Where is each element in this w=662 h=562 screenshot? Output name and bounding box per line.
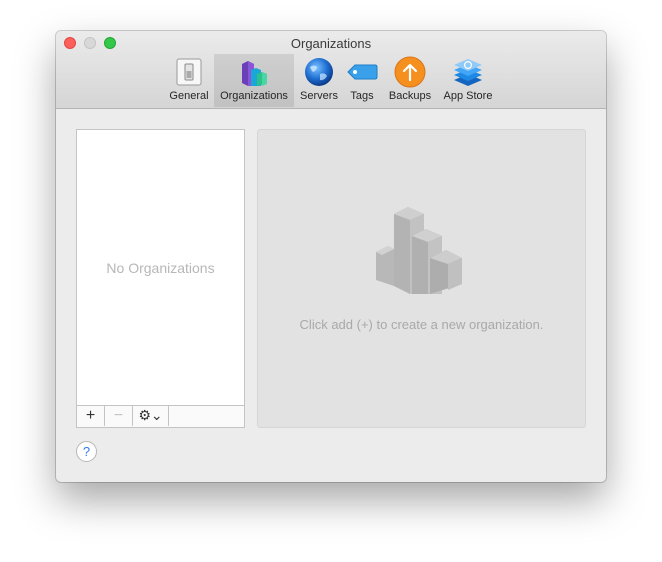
tab-general-label: General [169, 90, 209, 102]
switch-icon [176, 58, 202, 86]
tab-app-store[interactable]: App Store [440, 54, 496, 107]
preferences-window: Organizations General Organizations Serv… [56, 31, 606, 482]
tag-icon [347, 64, 378, 80]
tab-organizations[interactable]: Organizations [214, 54, 294, 107]
organization-placeholder-icon [376, 207, 462, 294]
app-store-stack-icon [454, 59, 482, 86]
gear-icon: ⚙⌄ [138, 407, 163, 423]
add-organization-button[interactable]: + [77, 406, 105, 426]
tab-backups[interactable]: Backups [382, 54, 438, 107]
create-organization-hint: Click add (+) to create a new organizati… [299, 317, 544, 332]
organizations-list[interactable]: No Organizations + − ⚙⌄ [76, 129, 245, 428]
tab-backups-label: Backups [388, 90, 432, 102]
tab-servers[interactable]: Servers [296, 54, 342, 107]
gear-menu-button[interactable]: ⚙⌄ [133, 406, 169, 426]
tab-tags[interactable]: Tags [344, 54, 380, 107]
window-title: Organizations [290, 36, 372, 51]
tab-tags-label: Tags [350, 90, 374, 102]
tab-organizations-label: Organizations [220, 90, 288, 102]
globe-icon [305, 58, 333, 86]
remove-organization-button[interactable]: − [105, 406, 133, 426]
help-button[interactable]: ? [76, 441, 97, 462]
organization-detail-panel: Click add (+) to create a new organizati… [257, 129, 586, 428]
list-toolbar: + − ⚙⌄ [77, 405, 244, 427]
title-bar: Organizations General Organizations Serv… [56, 31, 606, 109]
empty-list-label: No Organizations [106, 260, 215, 276]
tab-servers-label: Servers [300, 90, 338, 102]
tab-app-store-label: App Store [443, 90, 493, 102]
organization-buildings-icon [242, 61, 267, 86]
backup-arrow-up-icon [394, 56, 426, 88]
tab-general[interactable]: General [166, 54, 212, 107]
